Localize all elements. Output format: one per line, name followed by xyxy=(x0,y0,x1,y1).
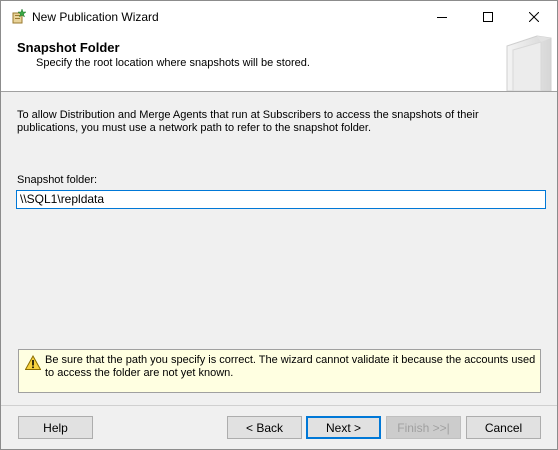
wizard-banner-icon xyxy=(506,35,552,91)
page-title: Snapshot Folder xyxy=(17,40,120,55)
minimize-icon xyxy=(437,16,447,18)
publication-wizard-icon xyxy=(11,8,27,24)
warning-icon xyxy=(24,354,42,371)
finish-button[interactable]: Finish >>| xyxy=(386,416,461,439)
help-button[interactable]: Help xyxy=(18,416,93,439)
close-icon xyxy=(529,11,539,22)
snapshot-folder-input[interactable]: \\SQL1\repldata xyxy=(16,190,546,209)
back-button[interactable]: < Back xyxy=(227,416,302,439)
close-button[interactable] xyxy=(511,1,557,32)
footer-divider xyxy=(1,405,557,406)
cancel-button[interactable]: Cancel xyxy=(466,416,541,439)
description-text: To allow Distribution and Merge Agents t… xyxy=(17,109,479,134)
maximize-icon xyxy=(483,11,493,22)
warning-text: Be sure that the path you specify is cor… xyxy=(45,354,536,379)
next-button[interactable]: Next > xyxy=(306,416,381,439)
window-title: New Publication Wizard xyxy=(32,10,159,24)
warning-panel: Be sure that the path you specify is cor… xyxy=(18,349,541,393)
title-bar[interactable]: New Publication Wizard xyxy=(1,1,557,32)
wizard-window: New Publication Wizard Snapshot Folder S… xyxy=(0,0,558,450)
page-subtitle: Specify the root location where snapshot… xyxy=(36,57,310,69)
maximize-button[interactable] xyxy=(465,1,511,32)
minimize-button[interactable] xyxy=(419,1,465,32)
wizard-header: Snapshot Folder Specify the root locatio… xyxy=(1,32,557,92)
snapshot-folder-label: Snapshot folder: xyxy=(17,174,98,186)
